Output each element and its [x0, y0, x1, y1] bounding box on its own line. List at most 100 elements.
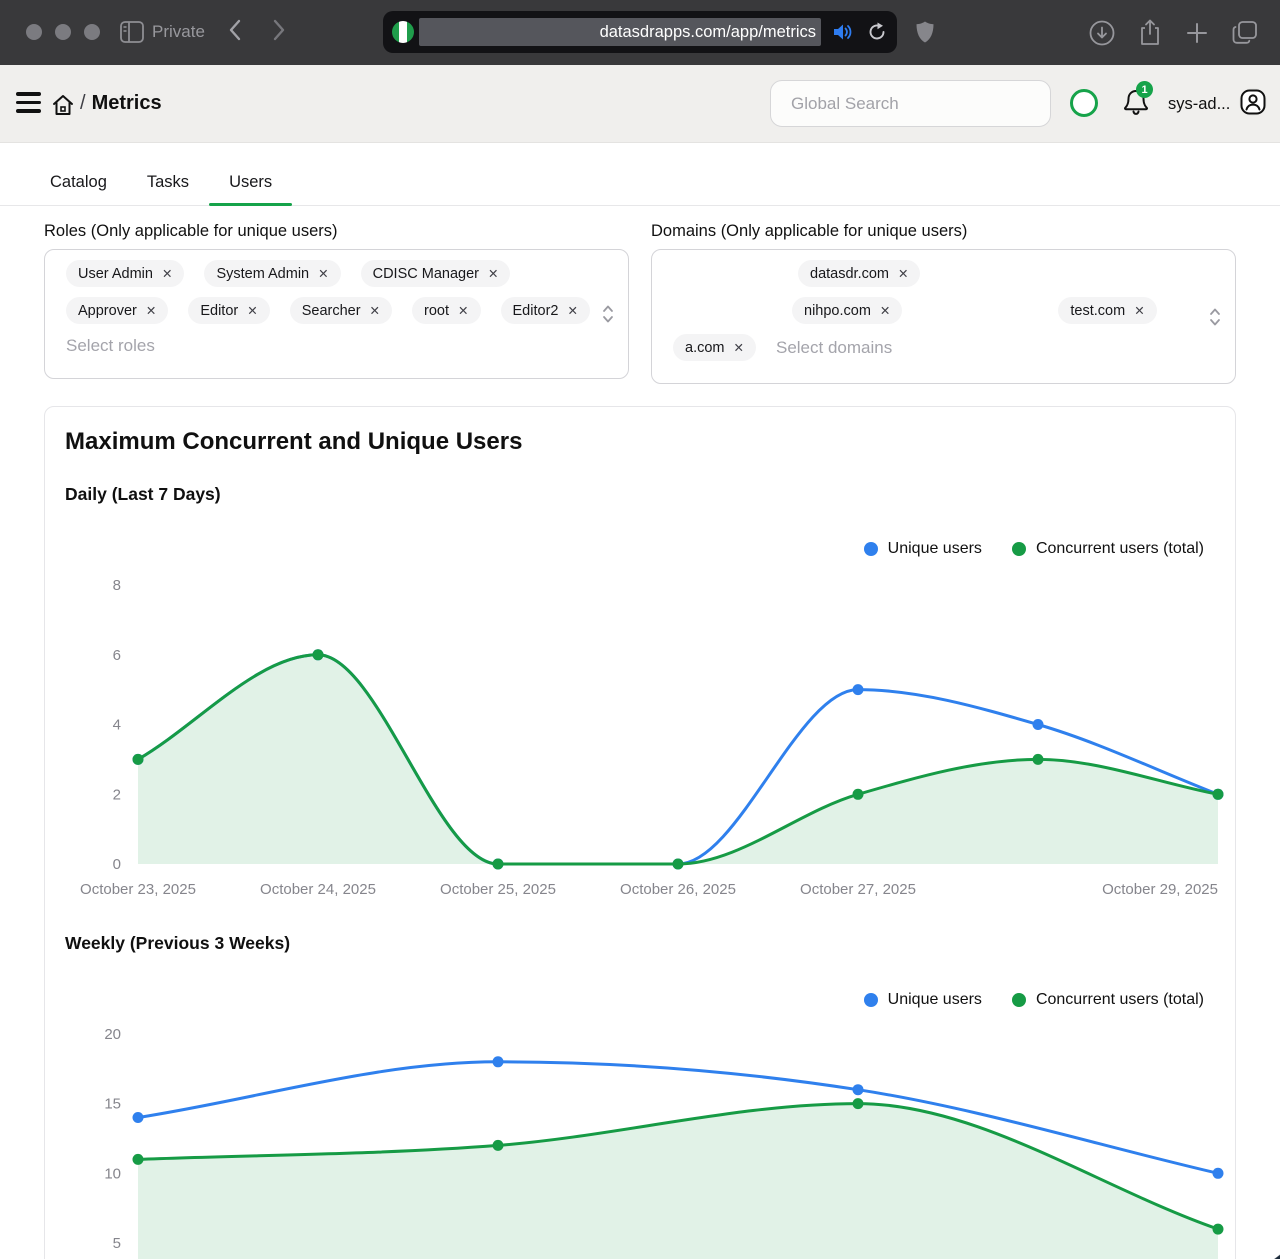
filter-chip[interactable]: test.com ✕	[1058, 297, 1156, 324]
daily-chart-title: Daily (Last 7 Days)	[45, 483, 1235, 505]
back-button[interactable]	[228, 18, 242, 42]
window-controls[interactable]	[26, 24, 100, 40]
svg-text:October 26, 2025: October 26, 2025	[620, 881, 736, 898]
status-ring-icon[interactable]	[1070, 89, 1098, 117]
chip-label: nihpo.com	[804, 303, 871, 319]
user-avatar-icon[interactable]	[1238, 87, 1268, 117]
private-browsing-label: Private	[152, 22, 205, 42]
svg-text:5: 5	[113, 1235, 121, 1252]
window-close-button[interactable]	[26, 24, 42, 40]
svg-text:6: 6	[113, 647, 121, 664]
profiles-shield-icon[interactable]	[915, 20, 935, 44]
roles-multiselect[interactable]: User Admin✕System Admin✕CDISC Manager✕ A…	[44, 249, 629, 379]
filters-row: Roles (Only applicable for unique users)…	[44, 222, 1236, 384]
chip-remove-icon[interactable]: ✕	[146, 303, 156, 318]
tab-overview-button[interactable]	[1232, 20, 1258, 45]
legend-item-concurrent-users: Concurrent users (total)	[1012, 540, 1204, 558]
chip-remove-icon[interactable]: ✕	[162, 266, 172, 281]
legend-label: Concurrent users (total)	[1036, 540, 1204, 558]
chip-remove-icon[interactable]: ✕	[247, 303, 257, 318]
address-bar[interactable]: datasdrapps.com/app/metrics	[383, 11, 897, 53]
filter-chip[interactable]: nihpo.com ✕	[792, 297, 902, 324]
svg-text:October 27, 2025: October 27, 2025	[800, 881, 916, 898]
domains-placeholder[interactable]: Select domains	[776, 338, 892, 358]
roles-placeholder[interactable]: Select roles	[66, 336, 155, 356]
app-header: /Metrics 1 sys-ad...	[0, 65, 1280, 143]
breadcrumb: /Metrics	[80, 92, 162, 115]
window-zoom-button[interactable]	[84, 24, 100, 40]
svg-text:October 29, 2025: October 29, 2025	[1102, 881, 1218, 898]
domains-label: Domains (Only applicable for unique user…	[651, 222, 1236, 241]
chip-remove-icon[interactable]: ✕	[318, 266, 328, 281]
svg-text:October 25, 2025: October 25, 2025	[440, 881, 556, 898]
weekly-chart-title: Weekly (Previous 3 Weeks)	[45, 932, 1235, 954]
chip-remove-icon[interactable]: ✕	[458, 303, 468, 318]
menu-button[interactable]	[16, 92, 41, 113]
tab-users[interactable]: Users	[229, 173, 272, 205]
svg-text:October 24, 2025: October 24, 2025	[260, 881, 376, 898]
filter-chip[interactable]: root✕	[412, 297, 480, 324]
chip-label: Editor2	[513, 303, 559, 319]
browser-chrome: Private datasdrapps.com/app/metrics	[0, 0, 1280, 65]
svg-text:0: 0	[113, 856, 121, 873]
chip-remove-icon[interactable]: ✕	[898, 266, 908, 281]
forward-button[interactable]	[272, 18, 286, 42]
chip-remove-icon[interactable]: ✕	[1134, 303, 1144, 318]
chip-remove-icon[interactable]: ✕	[567, 303, 577, 318]
daily-users-chart: 02468October 23, 2025October 24, 2025Oct…	[45, 564, 1237, 916]
reload-button[interactable]	[867, 22, 887, 42]
downloads-button[interactable]	[1089, 20, 1115, 46]
legend-label: Unique users	[888, 991, 982, 1009]
svg-text:15: 15	[104, 1096, 121, 1113]
chip-remove-icon[interactable]: ✕	[880, 303, 890, 318]
chevron-updown-icon[interactable]	[602, 303, 614, 325]
daily-chart-legend: Unique users Concurrent users (total)	[45, 539, 1235, 559]
filter-chip[interactable]: Approver ✕	[66, 297, 168, 324]
filter-chip[interactable]: datasdr.com✕	[798, 260, 920, 287]
domains-filter: Domains (Only applicable for unique user…	[651, 222, 1236, 384]
notification-badge: 1	[1136, 81, 1153, 98]
audio-mute-icon[interactable]	[833, 23, 855, 41]
legend-label: Unique users	[888, 540, 982, 558]
tab-catalog[interactable]: Catalog	[50, 173, 107, 205]
sidebar-toggle-icon[interactable]	[120, 21, 144, 43]
chip-label: Editor	[200, 303, 238, 319]
chip-label: User Admin	[78, 266, 153, 282]
filter-chip[interactable]: Editor2 ✕	[501, 297, 590, 324]
url-text[interactable]: datasdrapps.com/app/metrics	[419, 18, 821, 46]
legend-label: Concurrent users (total)	[1036, 991, 1204, 1009]
chip-label: test.com	[1070, 303, 1125, 319]
filter-chip[interactable]: Editor ✕	[188, 297, 269, 324]
svg-text:4: 4	[113, 717, 121, 734]
legend-item-unique-users: Unique users	[864, 991, 982, 1009]
home-icon[interactable]	[51, 93, 75, 117]
user-name[interactable]: sys-ad...	[1168, 95, 1230, 114]
weekly-users-chart: 5101520	[45, 1014, 1237, 1259]
chevron-updown-icon[interactable]	[1209, 306, 1221, 328]
share-button[interactable]	[1138, 19, 1162, 46]
new-tab-button[interactable]	[1185, 21, 1209, 45]
legend-item-unique-users: Unique users	[864, 540, 982, 558]
filter-chip[interactable]: Searcher✕	[290, 297, 392, 324]
filter-chip[interactable]: CDISC Manager✕	[361, 260, 511, 287]
chip-label: Approver	[78, 303, 137, 319]
mouse-cursor	[1269, 1249, 1280, 1259]
roles-filter: Roles (Only applicable for unique users)…	[44, 222, 629, 384]
legend-dot-green	[1012, 542, 1026, 556]
notifications-button[interactable]: 1	[1122, 87, 1150, 117]
filter-chip[interactable]: System Admin✕	[204, 260, 340, 287]
window-minimize-button[interactable]	[55, 24, 71, 40]
legend-dot-blue	[864, 542, 878, 556]
filter-chip[interactable]: a.com✕	[673, 334, 756, 361]
svg-text:20: 20	[104, 1026, 121, 1043]
domains-multiselect[interactable]: datasdr.com✕ nihpo.com ✕ test.com ✕ Select …	[651, 249, 1236, 384]
chip-remove-icon[interactable]: ✕	[734, 340, 744, 355]
chip-remove-icon[interactable]: ✕	[488, 266, 498, 281]
tab-bar: Catalog Tasks Users	[0, 143, 1280, 206]
filter-chip[interactable]: User Admin ✕	[66, 260, 184, 287]
global-search-input[interactable]	[770, 80, 1051, 127]
tab-tasks[interactable]: Tasks	[147, 173, 189, 205]
chart-card-title: Maximum Concurrent and Unique Users	[45, 427, 1235, 457]
chip-remove-icon[interactable]: ✕	[370, 303, 380, 318]
page-title: Metrics	[92, 92, 162, 114]
